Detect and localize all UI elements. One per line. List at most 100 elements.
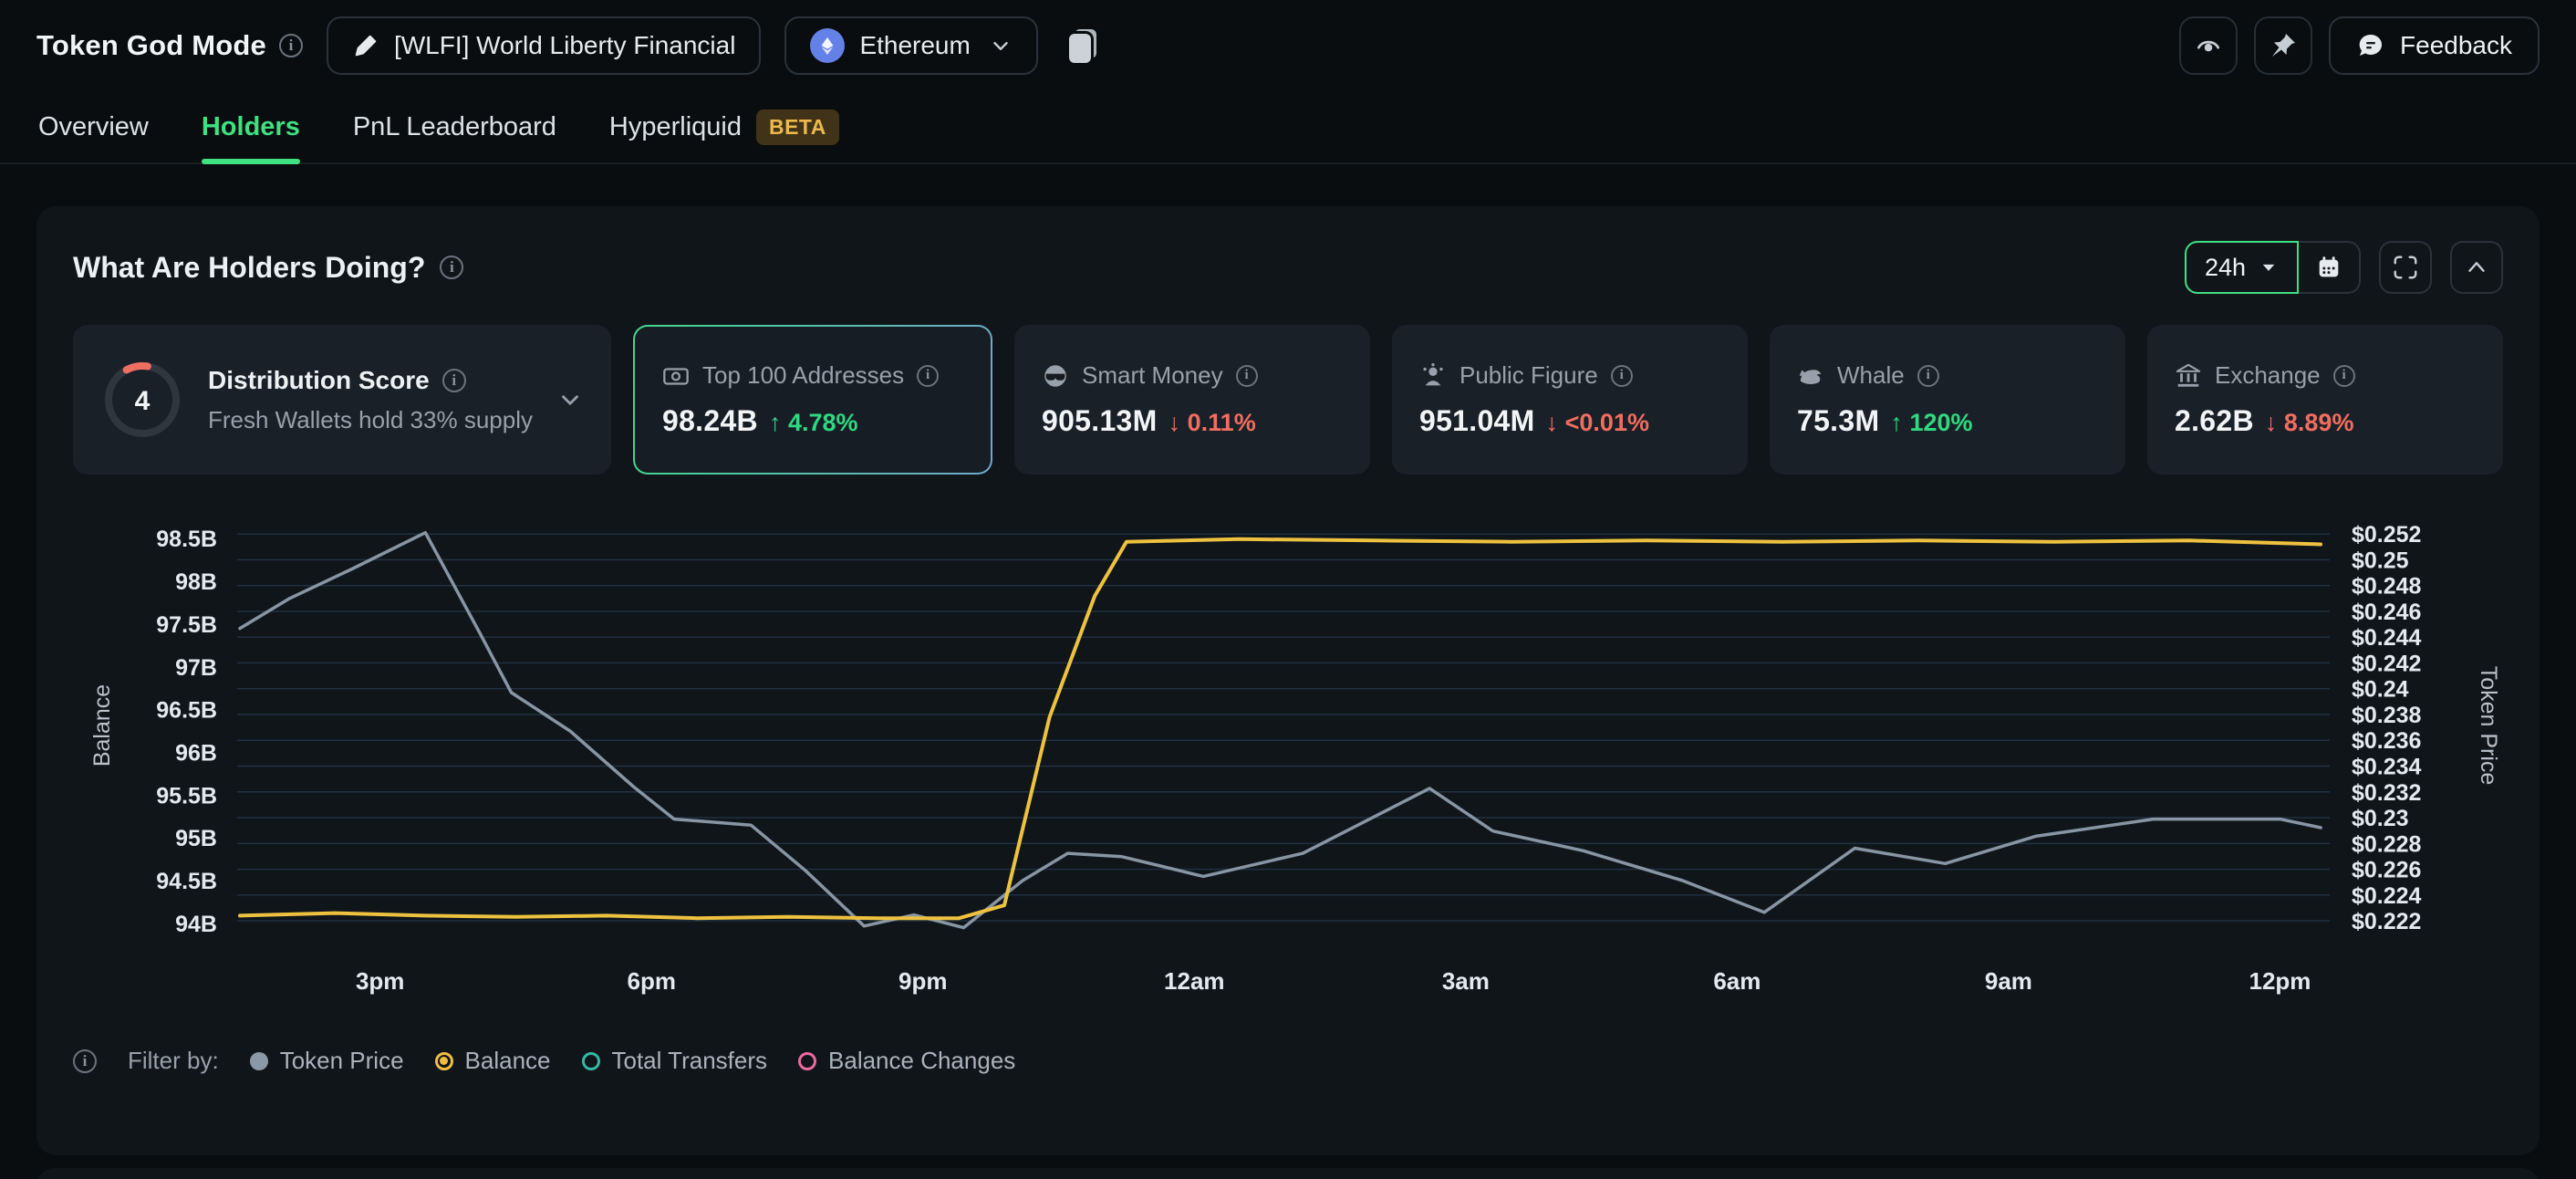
beta-badge: BETA	[756, 110, 839, 145]
card-label: Top 100 Addresses	[702, 361, 904, 390]
tab-hyperliquid[interactable]: Hyperliquid BETA	[609, 91, 839, 162]
filter-token-price[interactable]: Token Price	[250, 1047, 404, 1075]
card-value: 75.3M	[1797, 404, 1879, 438]
x-axis-tick: 9am	[1985, 967, 2032, 995]
x-axis-tick: 9pm	[898, 967, 947, 995]
ethereum-icon	[810, 28, 845, 63]
card-label: Smart Money	[1082, 361, 1223, 390]
left-axis-tick: 95.5B	[156, 783, 217, 809]
left-axis-tick: 96.5B	[156, 698, 217, 724]
distribution-score-text: Distribution Score Fresh Wallets hold 33…	[208, 366, 533, 434]
info-icon[interactable]	[1236, 365, 1258, 387]
token-selector[interactable]: [WLFI] World Liberty Financial	[327, 16, 762, 75]
card-smart-money[interactable]: Smart Money 905.13M ↓ 0.11%	[1014, 325, 1370, 475]
chevron-down-icon	[989, 34, 1013, 57]
panel-header: What Are Holders Doing? 24h	[73, 241, 2503, 294]
info-icon[interactable]	[1917, 365, 1939, 387]
right-axis-tick: $0.226	[2352, 858, 2421, 883]
filter-total-transfers[interactable]: Total Transfers	[582, 1047, 768, 1075]
tab-overview[interactable]: Overview	[38, 91, 149, 162]
info-icon[interactable]	[442, 369, 466, 392]
balance-radio	[435, 1052, 453, 1070]
card-value: 2.62B	[2175, 404, 2254, 438]
copy-address-button[interactable]	[1062, 22, 1109, 69]
info-icon[interactable]	[2333, 365, 2355, 387]
filter-bar: Filter by: Token Price Balance Total Tra…	[73, 1047, 2503, 1075]
left-axis-tick: 98.5B	[156, 527, 217, 552]
right-axis-tick: $0.23	[2352, 806, 2409, 831]
tab-holders[interactable]: Holders	[202, 91, 300, 162]
card-value: 98.24B	[662, 404, 758, 438]
left-axis-tick: 94.5B	[156, 869, 217, 894]
chat-bubble-icon	[2356, 31, 2385, 60]
right-axis-tick: $0.246	[2352, 600, 2421, 625]
chart-plot-area[interactable]	[237, 515, 2330, 936]
info-icon[interactable]	[917, 365, 939, 387]
bank-icon	[2175, 362, 2202, 390]
chain-selector[interactable]: Ethereum	[784, 16, 1037, 75]
tab-pnl-leaderboard[interactable]: PnL Leaderboard	[353, 91, 556, 162]
pin-button[interactable]	[2254, 16, 2312, 75]
watch-button[interactable]	[2179, 16, 2238, 75]
top-header: Token God Mode [WLFI] World Liberty Fina…	[0, 0, 2576, 91]
left-axis-title: Balance	[89, 684, 115, 767]
balance-changes-radio	[798, 1052, 816, 1070]
collapse-button[interactable]	[2450, 241, 2503, 294]
card-whale[interactable]: Whale 75.3M ↑ 120%	[1770, 325, 2125, 475]
x-axis-tick: 6am	[1713, 967, 1761, 995]
chevron-down-icon	[556, 386, 584, 413]
card-exchange[interactable]: Exchange 2.62B ↓ 8.89%	[2147, 325, 2503, 475]
right-axis-tick: $0.242	[2352, 651, 2421, 676]
calendar-button[interactable]	[2299, 241, 2361, 294]
card-change: ↓ <0.01%	[1546, 409, 1649, 437]
x-axis-tick: 3am	[1442, 967, 1490, 995]
tab-bar: Overview Holders PnL Leaderboard Hyperli…	[0, 91, 2576, 164]
total-transfers-radio	[582, 1052, 600, 1070]
panel-controls: 24h	[2185, 241, 2503, 294]
card-label: Public Figure	[1459, 361, 1598, 390]
token-price-radio	[250, 1052, 268, 1070]
fullscreen-button[interactable]	[2379, 241, 2432, 294]
page-title: Token God Mode	[36, 29, 266, 62]
x-axis-tick: 3pm	[356, 967, 404, 995]
card-public-figure[interactable]: Public Figure 951.04M ↓ <0.01%	[1392, 325, 1748, 475]
right-axis-tick: $0.232	[2352, 780, 2421, 806]
fullscreen-icon	[2392, 254, 2419, 281]
left-axis-tick: 94B	[175, 912, 217, 937]
card-distribution-score[interactable]: 4 Distribution Score Fresh Wallets hold …	[73, 325, 611, 475]
filter-balance[interactable]: Balance	[435, 1047, 551, 1075]
banknote-icon	[662, 362, 690, 390]
card-change: ↓ 0.11%	[1169, 409, 1256, 437]
card-top-100-addresses[interactable]: Top 100 Addresses 98.24B ↑ 4.78%	[633, 325, 992, 475]
right-axis-tick: $0.236	[2352, 728, 2421, 754]
card-value: 951.04M	[1419, 404, 1535, 438]
token-selector-label: [WLFI] World Liberty Financial	[394, 31, 736, 60]
calendar-icon	[2315, 254, 2342, 281]
right-axis-tick: $0.222	[2352, 909, 2421, 934]
x-axis-tick: 12pm	[2249, 967, 2311, 995]
right-axis-tick: $0.224	[2352, 883, 2422, 909]
filter-balance-changes[interactable]: Balance Changes	[798, 1047, 1015, 1075]
left-axis-tick: 98B	[175, 569, 217, 595]
card-label: Distribution Score	[208, 366, 430, 395]
balance-price-chart[interactable]: 98.5B98B97.5B97B96.5B96B95.5B95B94.5B94B…	[73, 502, 2503, 1018]
card-change: ↑ 4.78%	[769, 409, 858, 437]
info-icon[interactable]	[73, 1049, 97, 1073]
header-actions: Feedback	[2179, 16, 2540, 75]
info-icon[interactable]	[440, 256, 463, 279]
public-figure-icon	[1419, 362, 1447, 390]
x-axis-tick: 12am	[1164, 967, 1225, 995]
holder-stat-cards: 4 Distribution Score Fresh Wallets hold …	[73, 325, 2503, 475]
next-panel-peek	[36, 1168, 2540, 1179]
svg-text:4: 4	[135, 386, 151, 416]
feedback-button[interactable]: Feedback	[2329, 16, 2540, 75]
eye-icon	[2193, 30, 2224, 61]
timeframe-dropdown[interactable]: 24h	[2185, 241, 2299, 294]
left-axis-tick: 95B	[175, 826, 217, 851]
pin-icon	[2269, 31, 2298, 60]
filter-by-label: Filter by:	[128, 1047, 219, 1075]
info-icon[interactable]	[1611, 365, 1633, 387]
holders-activity-panel: What Are Holders Doing? 24h	[36, 206, 2540, 1155]
x-axis-tick: 6pm	[628, 967, 676, 995]
info-icon[interactable]	[279, 34, 303, 57]
